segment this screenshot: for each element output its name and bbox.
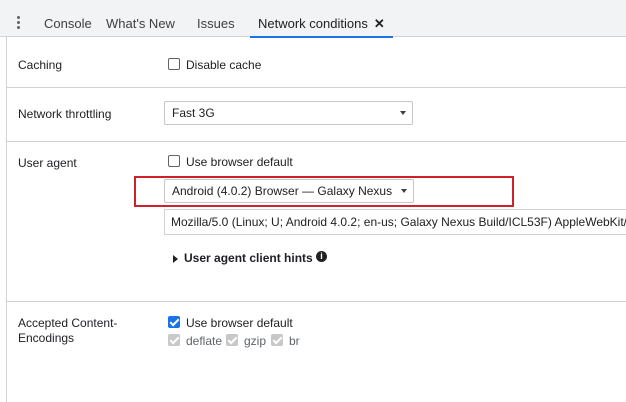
ua-use-browser-default-label[interactable]: Use browser default (186, 155, 293, 170)
chevron-down-icon (400, 111, 406, 115)
user-agent-select[interactable]: Android (4.0.2) Browser — Galaxy Nexus (164, 179, 414, 203)
network-throttling-select[interactable]: Fast 3G (164, 101, 413, 125)
disable-cache-checkbox[interactable] (168, 58, 180, 70)
info-icon[interactable]: i (316, 251, 327, 262)
user-agent-client-hints-toggle[interactable]: User agent client hints (184, 251, 313, 266)
chevron-down-icon (401, 189, 407, 193)
tab-label: Network conditions (258, 16, 368, 31)
encodings-label-line1: Accepted Content- (18, 316, 118, 330)
tab-console[interactable]: Console (44, 16, 92, 36)
ua-use-browser-default-checkbox[interactable] (168, 155, 180, 167)
more-tools-icon[interactable] (17, 16, 21, 30)
tab-whats-new[interactable]: What's New (106, 16, 175, 36)
tab-issues[interactable]: Issues (197, 16, 235, 36)
panel-left-border (6, 37, 7, 402)
throttling-selected-value: Fast 3G (172, 106, 215, 120)
encodings-label-line2: Encodings (18, 331, 75, 345)
caching-label: Caching (18, 58, 63, 72)
row-divider (7, 301, 626, 302)
row-divider (7, 141, 626, 142)
br-checkbox[interactable] (271, 334, 283, 346)
br-label: br (289, 334, 300, 348)
deflate-label: deflate (186, 334, 223, 348)
user-agent-string-input[interactable]: Mozilla/5.0 (Linux; U; Android 4.0.2; en… (164, 209, 626, 235)
gzip-checkbox[interactable] (226, 334, 238, 346)
user-agent-label: User agent (18, 156, 77, 170)
encodings-use-browser-default-label[interactable]: Use browser default (186, 316, 293, 331)
disable-cache-label[interactable]: Disable cache (186, 58, 261, 73)
row-divider (7, 87, 626, 88)
tab-network-conditions[interactable]: Network conditions ✕ (250, 16, 393, 38)
user-agent-selected-value: Android (4.0.2) Browser — Galaxy Nexus (172, 184, 393, 198)
close-icon[interactable]: ✕ (374, 16, 385, 32)
network-throttling-label: Network throttling (18, 107, 112, 121)
deflate-checkbox[interactable] (168, 334, 180, 346)
gzip-label: gzip (244, 334, 267, 348)
encodings-use-browser-default-checkbox[interactable] (168, 316, 180, 328)
expand-triangle-icon[interactable] (173, 255, 178, 263)
drawer-tab-strip: Console What's New Issues Network condit… (0, 0, 626, 38)
